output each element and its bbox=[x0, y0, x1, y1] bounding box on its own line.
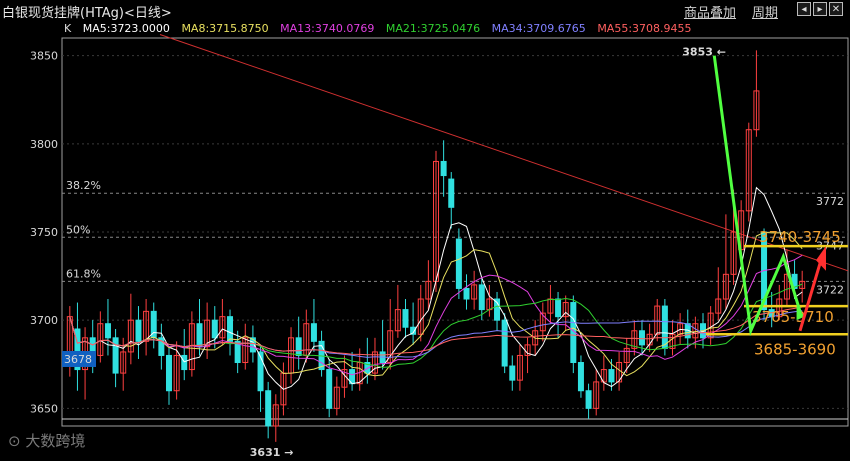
candle-body bbox=[326, 369, 333, 409]
fib-right-label: 3772 bbox=[816, 195, 844, 208]
support1-label: 3705-3710 bbox=[752, 308, 834, 326]
fib-label: 50% bbox=[66, 223, 90, 236]
candle-body bbox=[585, 390, 592, 409]
candle-body bbox=[638, 330, 645, 346]
y-tick-label: 3800 bbox=[30, 138, 58, 151]
y-tick-label: 3650 bbox=[30, 402, 58, 415]
candle-body bbox=[501, 319, 508, 367]
support2-label: 3685-3690 bbox=[754, 340, 836, 358]
resistance-label: 3740-3745 bbox=[759, 228, 841, 246]
ma55-line bbox=[69, 306, 803, 356]
watermark-text: 大数跨境 bbox=[25, 432, 86, 450]
high-marker: 3853 ← bbox=[682, 45, 726, 58]
y-tick-label: 3700 bbox=[30, 314, 58, 327]
candle-body bbox=[577, 362, 584, 392]
logo-icon: ⊙ bbox=[8, 432, 26, 450]
fib-right-label: 3722 bbox=[816, 283, 844, 296]
plot-frame bbox=[61, 37, 849, 427]
candle-body bbox=[448, 178, 455, 208]
candle-body bbox=[455, 238, 462, 289]
last-price-value: 3678 bbox=[64, 353, 92, 366]
candle-body bbox=[661, 305, 668, 349]
candle-body bbox=[478, 284, 485, 311]
candle-body bbox=[463, 287, 470, 300]
candle-body bbox=[135, 319, 142, 342]
candle-body bbox=[509, 365, 516, 381]
candle-body bbox=[295, 337, 302, 356]
forecast-path-green bbox=[712, 55, 802, 337]
candle-body bbox=[181, 354, 188, 371]
candle-body bbox=[310, 323, 317, 342]
fib-label: 38.2% bbox=[66, 179, 101, 192]
candle-body bbox=[227, 316, 234, 342]
y-tick-label: 3750 bbox=[30, 226, 58, 239]
candle-body bbox=[440, 160, 447, 177]
candle-body bbox=[211, 319, 218, 339]
candle-body bbox=[112, 337, 119, 374]
candlestick-chart[interactable]: 36503700375038003850 38.2%377250%374761.… bbox=[0, 0, 850, 461]
candle-body bbox=[265, 390, 272, 427]
y-tick-label: 3850 bbox=[30, 50, 58, 63]
candle-body bbox=[555, 298, 562, 318]
candle-body bbox=[196, 323, 203, 348]
watermark-logo: ⊙ 大数跨境 bbox=[8, 430, 85, 451]
resistance-trendline bbox=[159, 33, 849, 272]
candle-body bbox=[608, 369, 615, 383]
candle-body bbox=[402, 309, 409, 328]
fib-label: 61.8% bbox=[66, 267, 101, 280]
candle-body bbox=[165, 354, 172, 392]
candle-body bbox=[104, 323, 111, 339]
low-marker: 3631 → bbox=[250, 446, 294, 459]
